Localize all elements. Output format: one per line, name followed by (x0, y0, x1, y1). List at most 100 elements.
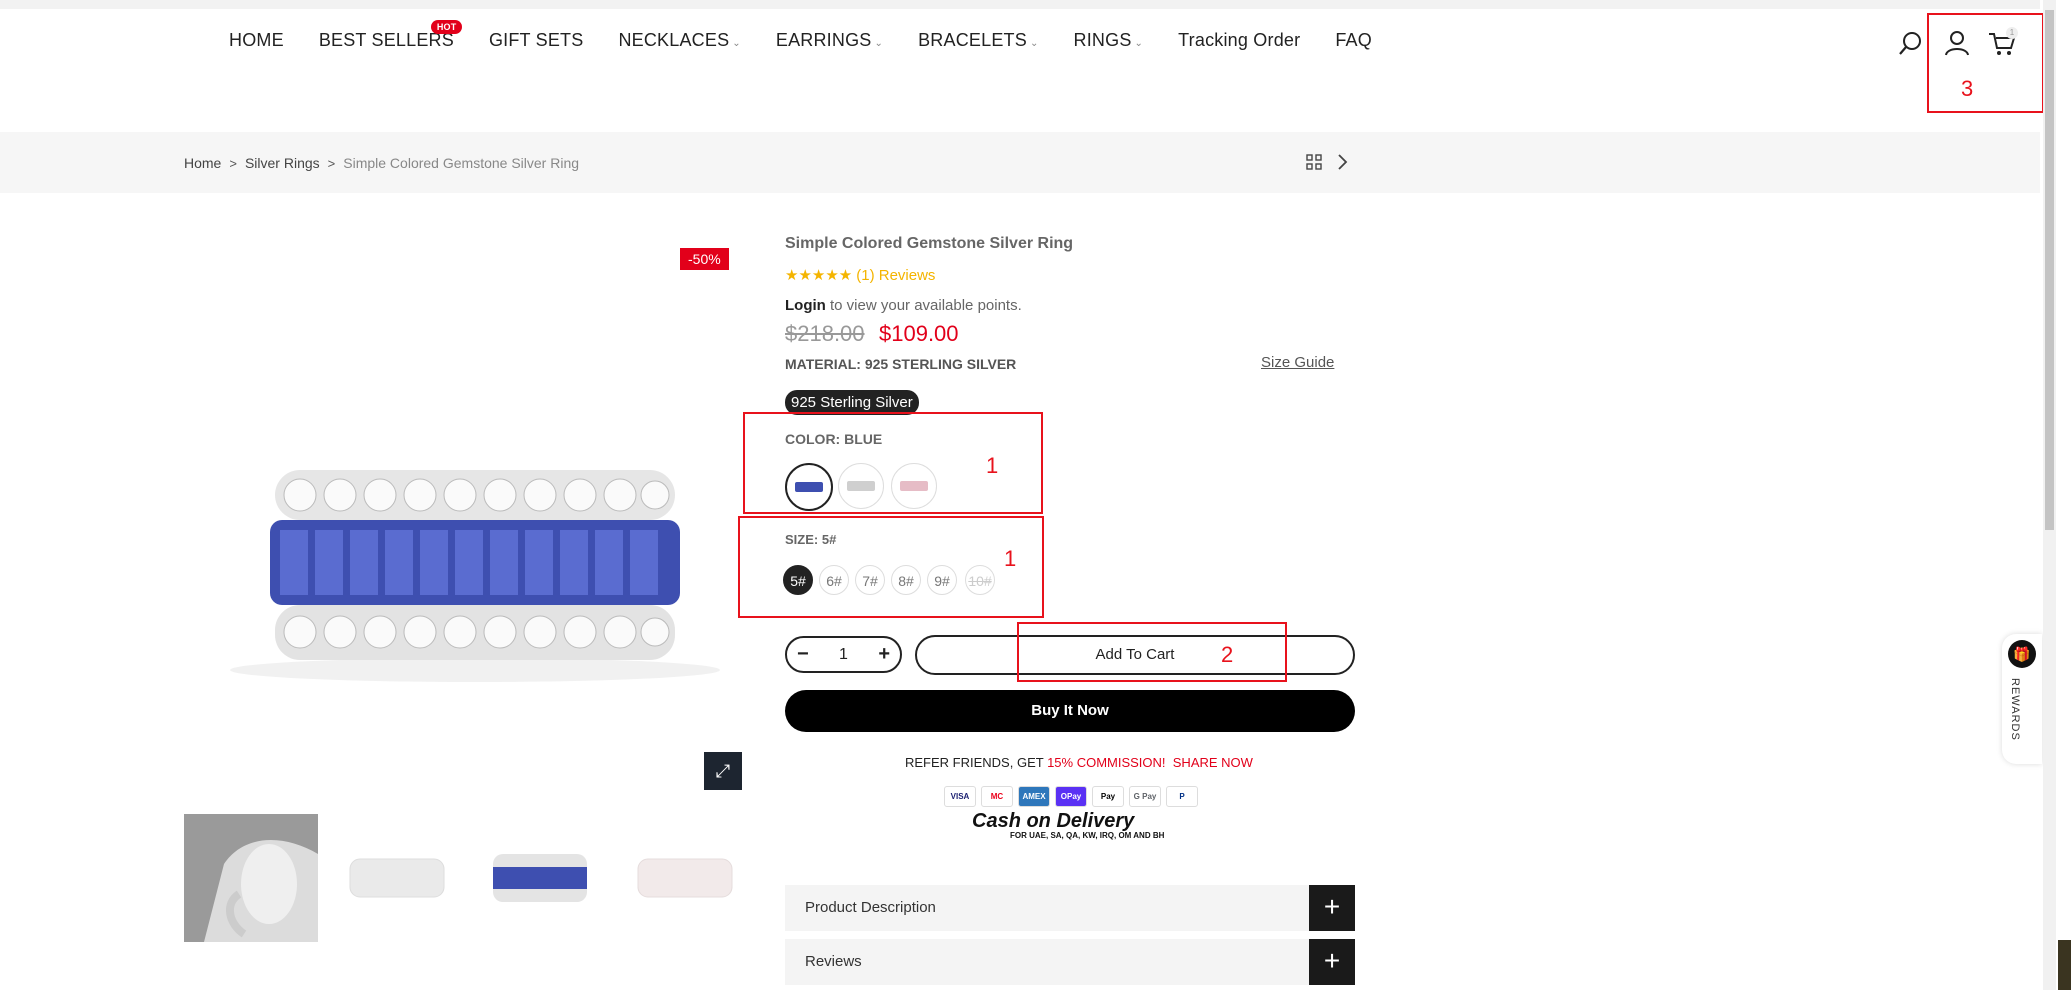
annotation-box-2 (1017, 622, 1287, 682)
sale-badge: -50% (680, 248, 729, 270)
product-main-image[interactable] (220, 440, 730, 690)
nav-faq[interactable]: FAQ (1335, 30, 1372, 51)
paypal-icon: P (1166, 786, 1198, 807)
nav-rings[interactable]: RINGS ⌄ (1074, 30, 1144, 51)
rating: ★★★★★ (1) Reviews (785, 266, 935, 284)
chevron-down-icon: ⌄ (1029, 38, 1039, 49)
search-icon[interactable] (1897, 29, 1925, 57)
refer-text: REFER FRIENDS, GET (905, 755, 1048, 770)
thumbnail-model[interactable] (184, 814, 318, 942)
annotation-number: 2 (1221, 642, 1234, 667)
scrollbar-thumb[interactable] (2045, 10, 2054, 530)
size-option[interactable]: 9# (927, 565, 957, 595)
shop-pay-icon: OPay (1055, 786, 1087, 807)
original-price: $218.00 (785, 321, 865, 346)
sale-price: $109.00 (879, 321, 959, 346)
hot-badge: HOT (430, 20, 463, 34)
color-swatch-silver[interactable] (838, 463, 884, 509)
nav-home-label: HOME (229, 30, 284, 50)
nav-earrings-label: EARRINGS (775, 30, 872, 50)
annotation-box-1b (738, 516, 1044, 618)
cash-on-delivery-badge: Cash on Delivery FOR UAE, SA, QA, KW, IR… (972, 810, 1164, 840)
plus-icon[interactable]: + (1309, 939, 1355, 985)
nav-bracelets[interactable]: BRACELETS ⌄ (918, 30, 1038, 51)
nav-tracking-order-label: Tracking Order (1178, 30, 1301, 50)
breadcrumb-separator: > (327, 155, 336, 171)
visa-icon: VISA (944, 786, 976, 807)
breadcrumb-current: Simple Colored Gemstone Silver Ring (343, 155, 580, 171)
thumbnail-pink[interactable] (618, 814, 752, 942)
annotation-box-3 (1927, 13, 2044, 113)
color-label: COLOR: BLUE (785, 431, 883, 447)
amex-icon: AMEX (1018, 786, 1050, 807)
product-title: Simple Colored Gemstone Silver Ring (785, 235, 1074, 252)
size-option-unavailable[interactable]: 10# (965, 565, 995, 595)
quantity-stepper: − 1 + (785, 636, 902, 673)
apple-pay-icon: Pay (1092, 786, 1124, 807)
chevron-down-icon: ⌄ (874, 38, 884, 49)
size-option[interactable]: 6# (819, 565, 849, 595)
rewards-label: REWARDS (2009, 678, 2021, 741)
login-points-text: to view your available points. (825, 297, 1022, 314)
accordion-label: Product Description (805, 899, 936, 916)
size-label: SIZE: 5# (785, 532, 837, 547)
buy-now-button[interactable]: Buy It Now (785, 690, 1355, 732)
size-guide-link[interactable]: Size Guide (1261, 354, 1334, 371)
nav-faq-label: FAQ (1335, 30, 1372, 50)
accordion-reviews[interactable]: Reviews + (785, 939, 1355, 985)
size-option[interactable]: 8# (891, 565, 921, 595)
chevron-right-icon[interactable] (1336, 153, 1348, 171)
plus-icon[interactable]: + (1309, 885, 1355, 931)
thumbnail-silver[interactable] (330, 814, 464, 942)
cod-subtitle: FOR UAE, SA, QA, KW, IRQ, OM AND BH (1010, 831, 1165, 840)
mastercard-icon: MC (981, 786, 1013, 807)
breadcrumb-category[interactable]: Silver Rings (245, 155, 320, 171)
login-points: Login to view your available points. (785, 297, 1022, 314)
nav-rings-label: RINGS (1073, 30, 1132, 50)
grid-icon[interactable] (1306, 154, 1322, 170)
material-label: MATERIAL: 925 STERLING SILVER (785, 356, 1017, 372)
size-option[interactable]: 5# (783, 565, 813, 595)
login-link[interactable]: Login (785, 297, 826, 314)
reviews-link[interactable]: (1) Reviews (856, 267, 935, 284)
google-pay-icon: G Pay (1129, 786, 1161, 807)
main-nav: HOME BEST SELLERS HOT GIFT SETS NECKLACES… (229, 20, 1407, 51)
increase-button[interactable]: + (878, 643, 890, 666)
chevron-down-icon: ⌄ (732, 38, 741, 49)
top-border (0, 0, 2040, 9)
nav-necklaces[interactable]: NECKLACES ⌄ (618, 30, 740, 51)
color-swatch-blue[interactable] (785, 463, 833, 511)
share-now-link[interactable]: SHARE NOW (1173, 755, 1253, 770)
size-option[interactable]: 7# (855, 565, 885, 595)
star-rating-icon: ★★★★★ (785, 267, 853, 284)
nav-gift-sets-label: GIFT SETS (488, 30, 584, 50)
nav-bracelets-label: BRACELETS (918, 30, 1027, 50)
color-swatch-pink[interactable] (891, 463, 937, 509)
nav-tracking-order[interactable]: Tracking Order (1178, 30, 1300, 51)
commission-text: 15% COMMISSION! (1047, 755, 1166, 770)
decrease-button[interactable]: − (797, 643, 809, 666)
nav-necklaces-label: NECKLACES (618, 30, 730, 50)
expand-icon[interactable]: ⤢ (704, 752, 742, 790)
nav-home[interactable]: HOME (229, 30, 284, 51)
gift-icon: 🎁 (2008, 640, 2036, 668)
rewards-widget[interactable]: 🎁 REWARDS (2002, 634, 2042, 764)
breadcrumb-home[interactable]: Home (184, 155, 221, 171)
breadcrumb: Home > Silver Rings > Simple Colored Gem… (184, 155, 579, 171)
nav-earrings[interactable]: EARRINGS ⌄ (776, 30, 883, 51)
chevron-down-icon: ⌄ (1134, 38, 1144, 49)
nav-best-sellers[interactable]: BEST SELLERS HOT (319, 20, 463, 51)
cod-title: Cash on Delivery (972, 810, 1135, 832)
quantity-input[interactable]: 1 (839, 646, 848, 664)
accordion-label: Reviews (805, 953, 862, 970)
accordion-product-description[interactable]: Product Description + (785, 885, 1355, 931)
edge-element (2058, 940, 2071, 990)
thumbnail-blue[interactable] (473, 814, 607, 942)
breadcrumb-separator: > (229, 155, 237, 171)
annotation-number: 3 (1961, 76, 1974, 101)
annotation-number: 1 (986, 453, 999, 478)
payment-methods: VISA MC AMEX OPay Pay G Pay P (944, 786, 1198, 807)
refer-friends: REFER FRIENDS, GET 15% COMMISSION! SHARE… (905, 755, 1253, 770)
nav-gift-sets[interactable]: GIFT SETS (489, 30, 583, 51)
annotation-number: 1 (1004, 546, 1017, 571)
